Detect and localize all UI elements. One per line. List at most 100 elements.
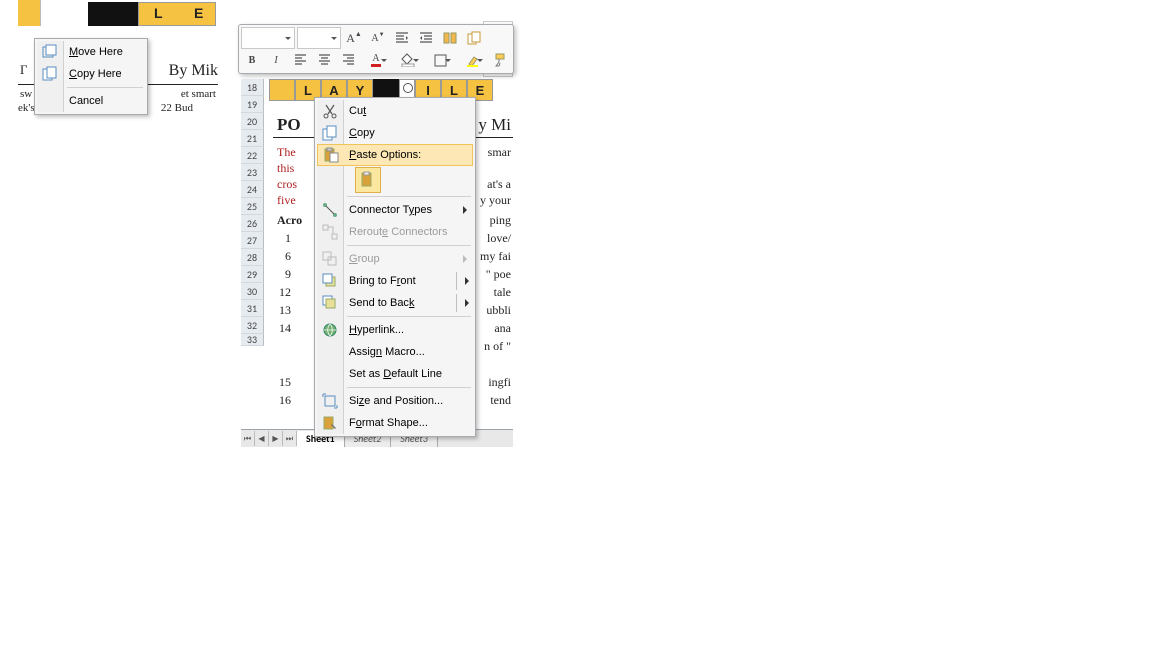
bg-text: tend	[490, 393, 511, 408]
bg-text: at's a	[487, 177, 511, 192]
bg-text: 9	[285, 267, 291, 282]
bg-text: 14	[279, 321, 291, 336]
bg-text: 12	[279, 285, 291, 300]
menu-hyperlink[interactable]: Hyperlink...	[317, 319, 473, 341]
row-header[interactable]: 22	[241, 147, 264, 164]
menu-format-shape[interactable]: Format Shape...	[317, 412, 473, 434]
row-header[interactable]: 29	[241, 266, 264, 283]
highlight-button[interactable]	[457, 49, 487, 71]
menu-cancel[interactable]: Cancel	[37, 90, 145, 112]
menu-label: Copy	[349, 127, 375, 139]
bg-text: y Mi	[478, 115, 511, 135]
menu-move-here[interactable]: Move Here	[37, 41, 145, 63]
menu-cut[interactable]: Cut	[317, 100, 473, 122]
menu-copy-here[interactable]: Copy Here	[37, 63, 145, 85]
row-header[interactable]: 31	[241, 300, 264, 317]
bg-text: 16	[279, 393, 291, 408]
menu-size-and-position[interactable]: Size and Position...	[317, 390, 473, 412]
font-size-dropdown[interactable]	[297, 27, 341, 49]
tab-nav-first[interactable]: ⏮	[241, 431, 255, 446]
row-header[interactable]: 32	[241, 317, 264, 334]
menu-copy[interactable]: Copy	[317, 122, 473, 144]
menu-set-default-line[interactable]: Set as Default Line	[317, 363, 473, 385]
merge-center-button[interactable]	[439, 27, 461, 49]
bg-text: sw	[20, 88, 32, 100]
row-header[interactable]: 28	[241, 249, 264, 266]
reroute-icon	[322, 224, 338, 240]
row-header[interactable]: 24	[241, 181, 264, 198]
row-header[interactable]: 23	[241, 164, 264, 181]
separator	[347, 387, 471, 388]
bg-text: PO	[277, 115, 301, 135]
italic-button[interactable]: I	[265, 49, 287, 71]
bg-text: my fai	[480, 249, 511, 264]
menu-group[interactable]: Group	[317, 248, 473, 270]
menu-label: Assign Macro...	[349, 346, 425, 358]
row-header[interactable]: 18	[241, 79, 264, 96]
bg-text: 22 Bud	[161, 102, 193, 114]
bg-text: y your	[480, 193, 511, 208]
separator	[347, 245, 471, 246]
font-color-button[interactable]: A	[361, 49, 391, 71]
tab-nav-prev[interactable]: ◀	[255, 431, 269, 446]
row-header[interactable]: 26	[241, 215, 264, 232]
bg-text: 6	[285, 249, 291, 264]
align-center-button[interactable]	[313, 49, 335, 71]
shape-context-menu: Cut Copy Paste Options: Connector Types …	[314, 97, 476, 437]
menu-label: Cut	[349, 105, 366, 117]
row-header[interactable]: 21	[241, 130, 264, 147]
submenu-arrow-icon	[463, 206, 467, 214]
menu-label: Size and Position...	[349, 395, 443, 407]
submenu-arrow-icon	[465, 299, 469, 307]
drag-context-menu: Move Here Copy Here Cancel	[34, 38, 148, 115]
align-left-button[interactable]	[289, 49, 311, 71]
size-position-icon	[322, 393, 338, 409]
menu-bring-to-front[interactable]: Bring to Front	[317, 270, 473, 292]
paste-option-keep-source[interactable]	[355, 167, 381, 193]
menu-assign-macro[interactable]: Assign Macro...	[317, 341, 473, 363]
menu-paste-options[interactable]: Paste Options:	[317, 144, 473, 166]
menu-label: Paste Options:	[349, 149, 421, 161]
fill-color-button[interactable]	[393, 49, 423, 71]
font-family-dropdown[interactable]	[241, 27, 295, 49]
bg-title-frag: By Mik	[169, 62, 218, 80]
tab-nav-next[interactable]: ▶	[269, 431, 283, 446]
decrease-indent-button[interactable]	[391, 27, 413, 49]
menu-label: Hyperlink...	[349, 324, 404, 336]
format-painter-button[interactable]	[489, 49, 511, 71]
bg-text: The	[277, 145, 296, 160]
menu-send-to-back[interactable]: Send to Back	[317, 292, 473, 314]
submenu-arrow-icon	[465, 277, 469, 285]
copy-icon	[42, 66, 58, 82]
menu-label: Cancel	[69, 95, 103, 107]
grow-font-button[interactable]: A▲	[343, 27, 365, 49]
copy-icon	[322, 125, 338, 141]
row-header[interactable]: 33	[241, 334, 264, 346]
bold-button[interactable]: B	[241, 49, 263, 71]
connector-icon	[322, 202, 338, 218]
bg-text: smar	[488, 145, 511, 160]
copy-button[interactable]	[463, 27, 485, 49]
menu-label: Copy Here	[69, 68, 122, 80]
align-right-button[interactable]	[337, 49, 359, 71]
shrink-font-button[interactable]: A▼	[367, 27, 389, 49]
row-header[interactable]: 27	[241, 232, 264, 249]
bring-front-icon	[322, 273, 338, 289]
increase-indent-button[interactable]	[415, 27, 437, 49]
bg-text: cros	[277, 177, 297, 192]
paste-option-row	[317, 166, 473, 194]
row-header[interactable]: 30	[241, 283, 264, 300]
menu-label: Connector Types	[349, 204, 432, 216]
row-header[interactable]: 19	[241, 96, 264, 113]
move-icon	[42, 44, 58, 60]
bg-text: five	[277, 193, 296, 208]
separator	[347, 316, 471, 317]
menu-label: Format Shape...	[349, 417, 428, 429]
tab-nav-last[interactable]: ⏭	[283, 431, 297, 446]
row-header[interactable]: 20	[241, 113, 264, 130]
menu-connector-types[interactable]: Connector Types	[317, 199, 473, 221]
row-header[interactable]: 25	[241, 198, 264, 215]
border-button[interactable]	[425, 49, 455, 71]
bg-text: et smart	[181, 88, 216, 100]
separator	[347, 196, 471, 197]
